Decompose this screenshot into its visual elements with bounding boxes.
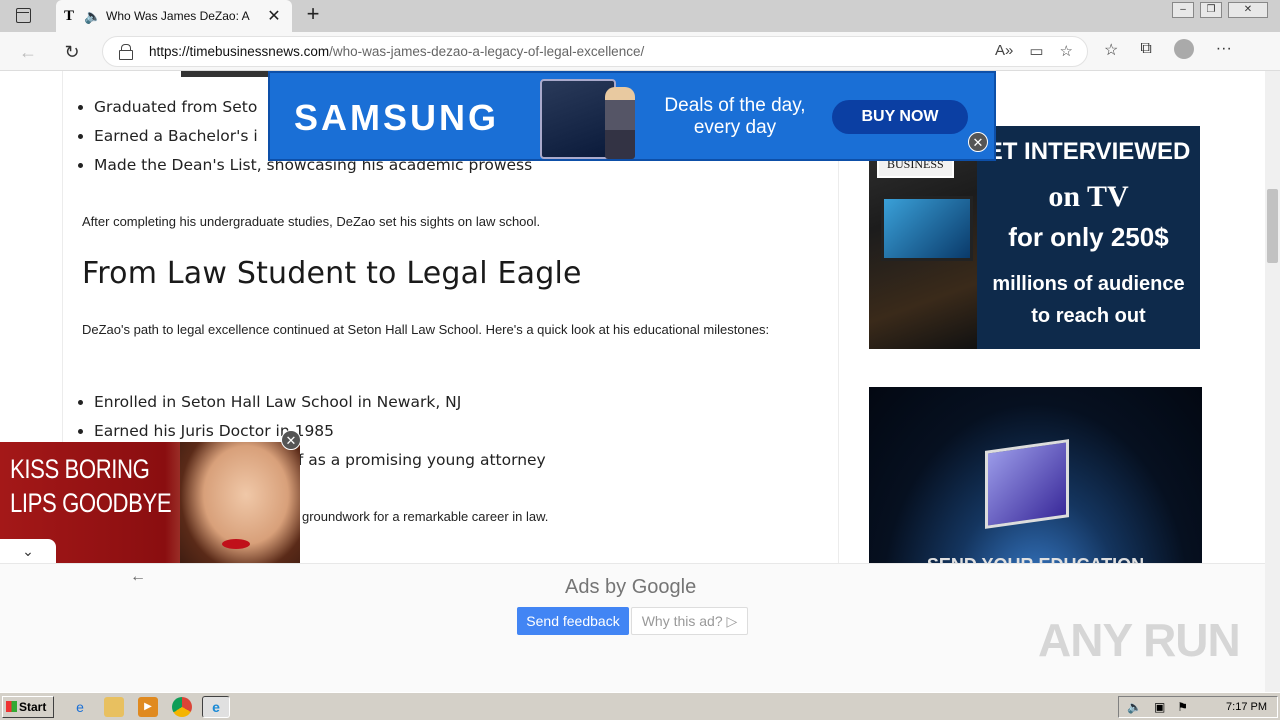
lock-icon[interactable] [119,44,133,60]
buy-now-button[interactable]: BUY NOW [832,100,968,134]
folder-icon[interactable] [104,697,124,717]
paragraph-1: After completing his undergraduate studi… [82,214,541,229]
ad-text: SEND YOUR EDUCATION [869,555,1202,563]
favorites-icon[interactable]: ☆ [1104,40,1118,60]
screen: T 🔈 Who Was James DeZao: A ✕ + – ❐ ✕ ← ↻… [0,0,1280,720]
deal-text: Deals of the day, every day [655,95,815,139]
system-tray: 🔈 ▣ ⚑ 7:17 PM [1118,696,1278,718]
back-icon[interactable]: ← [16,40,40,64]
site-favicon-icon: T [64,7,75,24]
tab-title: Who Was James DeZao: A [106,9,250,23]
new-tab-icon[interactable]: + [302,3,324,26]
edge-icon[interactable]: e [202,696,230,718]
page-scrollbar[interactable] [1265,71,1280,563]
add-favorite-icon[interactable]: ☆ [1060,42,1073,60]
tab-actions-icon[interactable] [16,8,31,23]
flag-icon[interactable]: ⚑ [1177,697,1188,717]
samsung-logo: SAMSUNG [294,97,500,138]
collections-icon[interactable]: ⧉ [1140,40,1151,60]
cropped-image [181,71,271,77]
lips-image [222,539,250,549]
clock: 7:17 PM [1226,701,1267,713]
start-button[interactable]: Start [2,696,54,718]
back-arrow-icon[interactable]: ← [130,568,146,586]
ads-by-google: Ads by Google [565,576,697,598]
refresh-icon[interactable]: ↻ [60,40,84,64]
ad-text: ET INTERVIEWED [986,138,1191,165]
ad-text: on TV [1048,180,1129,213]
restore-icon[interactable]: ❐ [1200,2,1222,18]
google-ads-bar: ← Ads by Google Send feedback Why this a… [0,563,1265,692]
browser-toolbar: ← ↻ https://timebusinessnews.com/who-was… [0,32,1280,71]
active-tab[interactable]: T 🔈 Who Was James DeZao: A ✕ [56,0,292,32]
media-player-icon[interactable]: ▶ [138,697,158,717]
network-icon[interactable]: ▣ [1154,697,1165,717]
close-tab-icon[interactable]: ✕ [264,6,284,26]
close-ad-icon[interactable]: ✕ [968,132,988,152]
deal-line: Deals of the day, [664,95,806,116]
why-this-ad-button[interactable]: Why this ad? ▷ [631,607,748,635]
camera-screen [881,196,973,261]
read-aloud-icon[interactable]: A» [995,42,1013,60]
more-options-icon[interactable]: ··· [1216,40,1232,60]
anyrun-watermark: ANY RUN [1038,614,1241,666]
scrollbar-thumb[interactable] [1267,189,1278,263]
ad-line: LIPS GOODBYE [10,488,172,518]
speaker-icon[interactable]: 🔈 [84,8,106,25]
ad-line: KISS BORING [10,454,150,484]
person-image [605,87,635,159]
send-feedback-button[interactable]: Send feedback [517,607,629,635]
reader-view-icon[interactable]: ▭ [1029,42,1043,60]
chevron-down-icon[interactable]: ⌄ [0,539,56,563]
satellite-ad[interactable]: SEND YOUR EDUCATION [869,387,1202,563]
close-window-icon[interactable]: ✕ [1228,2,1268,18]
url-text[interactable]: https://timebusinessnews.com/who-was-jam… [149,44,644,59]
taskbar: Start e ▶ e 🔈 ▣ ⚑ 7:17 PM [0,692,1280,720]
close-ad-icon[interactable]: ✕ [281,430,301,450]
satellite-image [985,439,1069,529]
ad-headline: KISS BORING LIPS GOODBYE [10,452,172,520]
chrome-icon[interactable] [172,697,192,717]
address-bar[interactable]: https://timebusinessnews.com/who-was-jam… [102,36,1088,67]
volume-icon[interactable]: 🔈 [1127,697,1142,717]
ad-text: for only 250$ [1008,222,1169,252]
section-heading: From Law Student to Legal Eagle [82,256,582,291]
profile-avatar-icon[interactable] [1173,39,1194,59]
ad-text: millions of audience [992,273,1185,295]
scrollbar-track[interactable] [1265,563,1280,692]
ad-text: to reach out [1031,305,1146,327]
paragraph-2: DeZao's path to legal excellence continu… [82,322,770,337]
deal-line: every day [693,117,777,138]
minimize-icon[interactable]: – [1172,2,1194,18]
list-item: Enrolled in Seton Hall Law School in New… [94,388,546,417]
paragraph-3: groundwork for a remarkable career in la… [302,509,549,524]
samsung-banner-ad[interactable]: SAMSUNG Deals of the day, every day BUY … [268,71,996,161]
window-controls: – ❐ ✕ [1172,2,1268,18]
ie-icon[interactable]: e [70,697,90,717]
tab-strip: T 🔈 Who Was James DeZao: A ✕ + – ❐ ✕ [0,0,1280,32]
